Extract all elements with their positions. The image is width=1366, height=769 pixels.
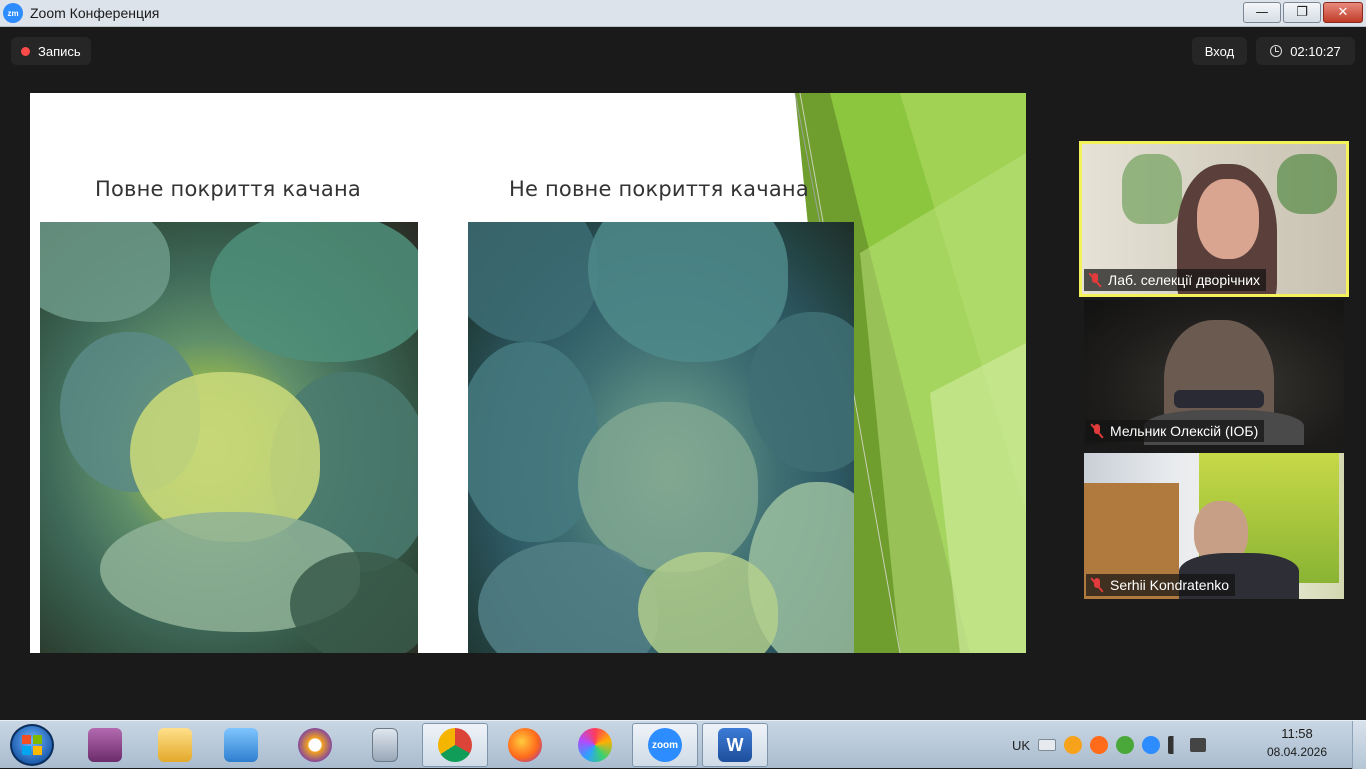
show-desktop-button[interactable] [1352,721,1366,769]
minimize-button[interactable]: — [1243,2,1281,23]
mic-muted-icon [1088,273,1102,287]
exit-button[interactable]: Вход [1192,37,1247,65]
participant-name-tag-2: Мельник Олексій (ІОБ) [1086,420,1265,442]
participant-tile-2[interactable]: Мельник Олексій (ІОБ) [1084,300,1344,445]
system-tray: UK [1012,721,1207,769]
taskbar-app-chrome[interactable] [422,723,488,767]
recording-label: Запись [38,43,81,59]
update-icon[interactable] [1064,736,1083,754]
taskbar-app-tor[interactable] [282,723,348,767]
mic-muted-icon [1090,578,1104,592]
participant-name-tag-1: Лаб. селекції дворічних [1084,269,1267,291]
word-icon: W [718,728,752,762]
zoom-icon: zoom [648,728,682,762]
taskbar: zoom W UK 11:58 08.04.2026 [0,720,1366,769]
slide-heading-right: Не повне покриття качана [509,177,809,201]
clock-time: 11:58 [1281,726,1313,741]
restore-button[interactable]: ❐ [1283,2,1321,23]
window-titlebar: zm Zoom Конференция — ❐ ✕ [0,0,1366,27]
window-controls: — ❐ ✕ [1243,2,1363,23]
slide-heading-left: Повне покриття качана [95,177,361,201]
firefox-icon [508,728,542,762]
clock-icon [1270,45,1283,57]
window-title: Zoom Конференция [30,5,160,21]
taskbar-clock[interactable]: 11:58 08.04.2026 [1262,726,1332,759]
tor-browser-icon [298,728,332,762]
taskbar-app-media-player[interactable] [208,723,274,767]
cabbage-photo-partial-cover [468,222,854,653]
media-player-icon [224,728,258,762]
participant-name-tag-3: Serhii Kondratenko [1086,574,1236,596]
mic-muted-icon [1090,424,1104,438]
clock-date: 08.04.2026 [1266,745,1328,759]
save-app-icon [88,728,122,762]
volume-icon[interactable] [1168,736,1183,754]
taskbar-app-save[interactable] [72,723,138,767]
zoom-logo-icon: zm [3,3,23,23]
calculator-icon [372,728,398,762]
participant-name: Serhii Kondratenko [1110,577,1230,593]
close-button[interactable]: ✕ [1323,2,1363,23]
participant-tile-1[interactable]: Лаб. селекції дворічних [1079,141,1349,297]
chrome-icon [438,728,472,762]
participant-name: Мельник Олексій (ІОБ) [1110,423,1259,439]
photos-icon [578,728,612,762]
utorrent-icon[interactable] [1116,736,1135,754]
start-button[interactable] [10,724,54,766]
record-dot-icon [21,46,30,56]
taskbar-app-firefox[interactable] [492,723,558,767]
file-explorer-icon [158,728,192,762]
exit-label: Вход [1204,43,1235,59]
windows-logo-icon [22,735,42,755]
taskbar-app-word[interactable]: W [702,723,768,767]
shared-slide: Повне покриття качана Не повне покриття … [30,93,1026,653]
taskbar-app-zoom[interactable]: zoom [632,723,698,767]
avast-icon[interactable] [1090,736,1109,754]
cabbage-photo-full-cover [40,222,418,653]
zoom-tray-icon[interactable] [1142,736,1161,754]
recording-indicator[interactable]: Запись [11,37,91,65]
participant-name: Лаб. селекції дворічних [1108,272,1261,288]
keyboard-icon[interactable] [1038,739,1057,751]
taskbar-app-photos[interactable] [562,723,628,767]
participant-tile-3[interactable]: Serhii Kondratenko [1084,453,1344,599]
taskbar-app-calculator[interactable] [352,723,418,767]
meeting-timer: 02:10:27 [1256,37,1355,65]
network-icon[interactable] [1190,738,1207,752]
elapsed-time: 02:10:27 [1290,43,1341,59]
language-indicator[interactable]: UK [1012,738,1030,753]
taskbar-app-explorer[interactable] [142,723,208,767]
